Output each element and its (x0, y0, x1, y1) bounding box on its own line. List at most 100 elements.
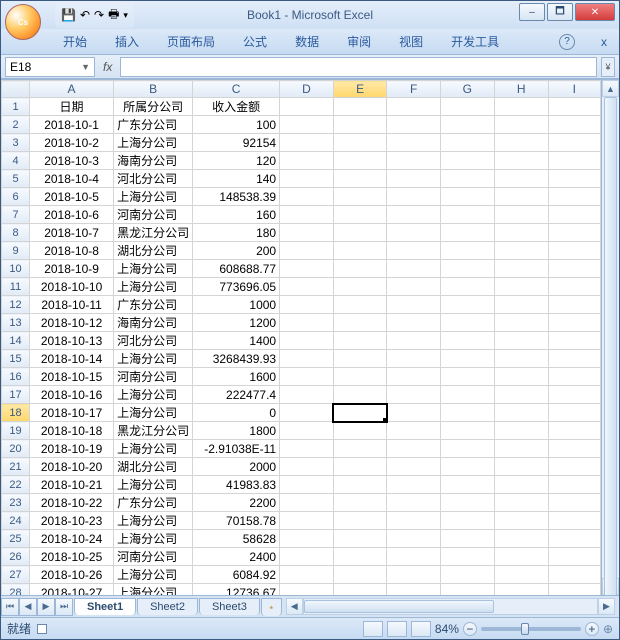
cell[interactable] (440, 458, 494, 476)
cell[interactable] (280, 440, 334, 458)
formula-expand-icon[interactable]: ¥ (601, 57, 615, 77)
print-icon[interactable]: 🖶 (108, 5, 119, 26)
cell[interactable] (333, 98, 387, 116)
row-header[interactable]: 22 (2, 476, 30, 494)
cell[interactable]: 2018-10-14 (30, 350, 114, 368)
cell[interactable] (494, 278, 548, 296)
row-header[interactable]: 9 (2, 242, 30, 260)
cell[interactable] (333, 350, 387, 368)
cell[interactable] (387, 152, 440, 170)
name-box-dropdown-icon[interactable]: ▼ (81, 62, 90, 72)
cell[interactable]: 92154 (193, 134, 280, 152)
cell[interactable] (494, 152, 548, 170)
sheet-nav-prev-icon[interactable]: ◀ (19, 598, 37, 616)
cell[interactable]: 河北分公司 (114, 170, 193, 188)
cell[interactable] (280, 404, 334, 422)
cell[interactable] (280, 296, 334, 314)
row-header[interactable]: 14 (2, 332, 30, 350)
cell[interactable]: 河北分公司 (114, 332, 193, 350)
cell[interactable] (333, 548, 387, 566)
fx-icon[interactable]: fx (99, 60, 116, 74)
cell[interactable] (387, 170, 440, 188)
cell[interactable]: 2018-10-24 (30, 530, 114, 548)
cell[interactable] (548, 476, 600, 494)
redo-icon[interactable]: ↷ (94, 8, 104, 22)
col-header-G[interactable]: G (440, 81, 494, 98)
cell[interactable] (333, 170, 387, 188)
cell[interactable] (333, 494, 387, 512)
cell[interactable]: 2018-10-17 (30, 404, 114, 422)
col-header-B[interactable]: B (114, 81, 193, 98)
cell[interactable]: 3268439.93 (193, 350, 280, 368)
cell[interactable] (440, 476, 494, 494)
cell[interactable]: 12736.67 (193, 584, 280, 596)
cell[interactable] (548, 386, 600, 404)
view-normal-icon[interactable] (363, 621, 383, 637)
cell[interactable]: 2018-10-23 (30, 512, 114, 530)
cell[interactable] (387, 332, 440, 350)
vscroll-track[interactable] (602, 97, 619, 578)
cell[interactable] (494, 422, 548, 440)
cell[interactable]: 70158.78 (193, 512, 280, 530)
cell[interactable]: 上海分公司 (114, 566, 193, 584)
col-header-H[interactable]: H (494, 81, 548, 98)
cell[interactable] (280, 170, 334, 188)
formula-input[interactable] (120, 57, 597, 77)
cell[interactable] (280, 422, 334, 440)
cell[interactable]: 41983.83 (193, 476, 280, 494)
cell[interactable] (548, 134, 600, 152)
cell[interactable] (440, 296, 494, 314)
cell[interactable]: 140 (193, 170, 280, 188)
cell[interactable] (280, 548, 334, 566)
cell[interactable] (333, 404, 387, 422)
cell[interactable] (280, 152, 334, 170)
horizontal-scrollbar[interactable]: ◀ ▶ (286, 598, 615, 615)
row-header[interactable]: 20 (2, 440, 30, 458)
cell[interactable] (440, 548, 494, 566)
cell[interactable]: 1600 (193, 368, 280, 386)
zoom-percent[interactable]: 84% (435, 622, 459, 636)
row-header[interactable]: 23 (2, 494, 30, 512)
macro-record-icon[interactable] (37, 624, 47, 634)
cell[interactable]: 上海分公司 (114, 188, 193, 206)
save-icon[interactable]: 💾 (61, 8, 76, 22)
cell[interactable] (548, 494, 600, 512)
cell[interactable] (387, 242, 440, 260)
cell[interactable] (494, 476, 548, 494)
cell[interactable] (548, 530, 600, 548)
cell[interactable] (280, 584, 334, 596)
cell[interactable] (280, 314, 334, 332)
cell[interactable]: 2018-10-15 (30, 368, 114, 386)
cell[interactable] (440, 566, 494, 584)
cell[interactable] (494, 440, 548, 458)
name-box[interactable]: ▼ (5, 57, 95, 77)
cell[interactable] (280, 566, 334, 584)
cell[interactable] (280, 350, 334, 368)
cell[interactable]: 608688.77 (193, 260, 280, 278)
cell[interactable] (440, 530, 494, 548)
scroll-left-icon[interactable]: ◀ (286, 598, 303, 615)
hscroll-thumb[interactable] (304, 600, 495, 613)
cell[interactable]: 海南分公司 (114, 314, 193, 332)
cell[interactable] (280, 224, 334, 242)
cell[interactable]: 2018-10-6 (30, 206, 114, 224)
cell[interactable]: 广东分公司 (114, 296, 193, 314)
cell[interactable] (440, 98, 494, 116)
cell[interactable]: 773696.05 (193, 278, 280, 296)
cell[interactable] (494, 368, 548, 386)
cell[interactable] (387, 584, 440, 596)
cell[interactable] (280, 206, 334, 224)
row-header[interactable]: 3 (2, 134, 30, 152)
grid[interactable]: A B C D E F G H I 1日期所属分公司收入金额22018-10-1… (1, 80, 601, 595)
cell[interactable] (280, 278, 334, 296)
cell[interactable] (494, 494, 548, 512)
cell[interactable] (280, 116, 334, 134)
cell[interactable] (548, 440, 600, 458)
cell[interactable]: 100 (193, 116, 280, 134)
cell[interactable] (494, 458, 548, 476)
cell[interactable]: 200 (193, 242, 280, 260)
cell[interactable]: 1800 (193, 422, 280, 440)
cell[interactable]: 2018-10-9 (30, 260, 114, 278)
row-header[interactable]: 15 (2, 350, 30, 368)
sheet-nav-next-icon[interactable]: ▶ (37, 598, 55, 616)
